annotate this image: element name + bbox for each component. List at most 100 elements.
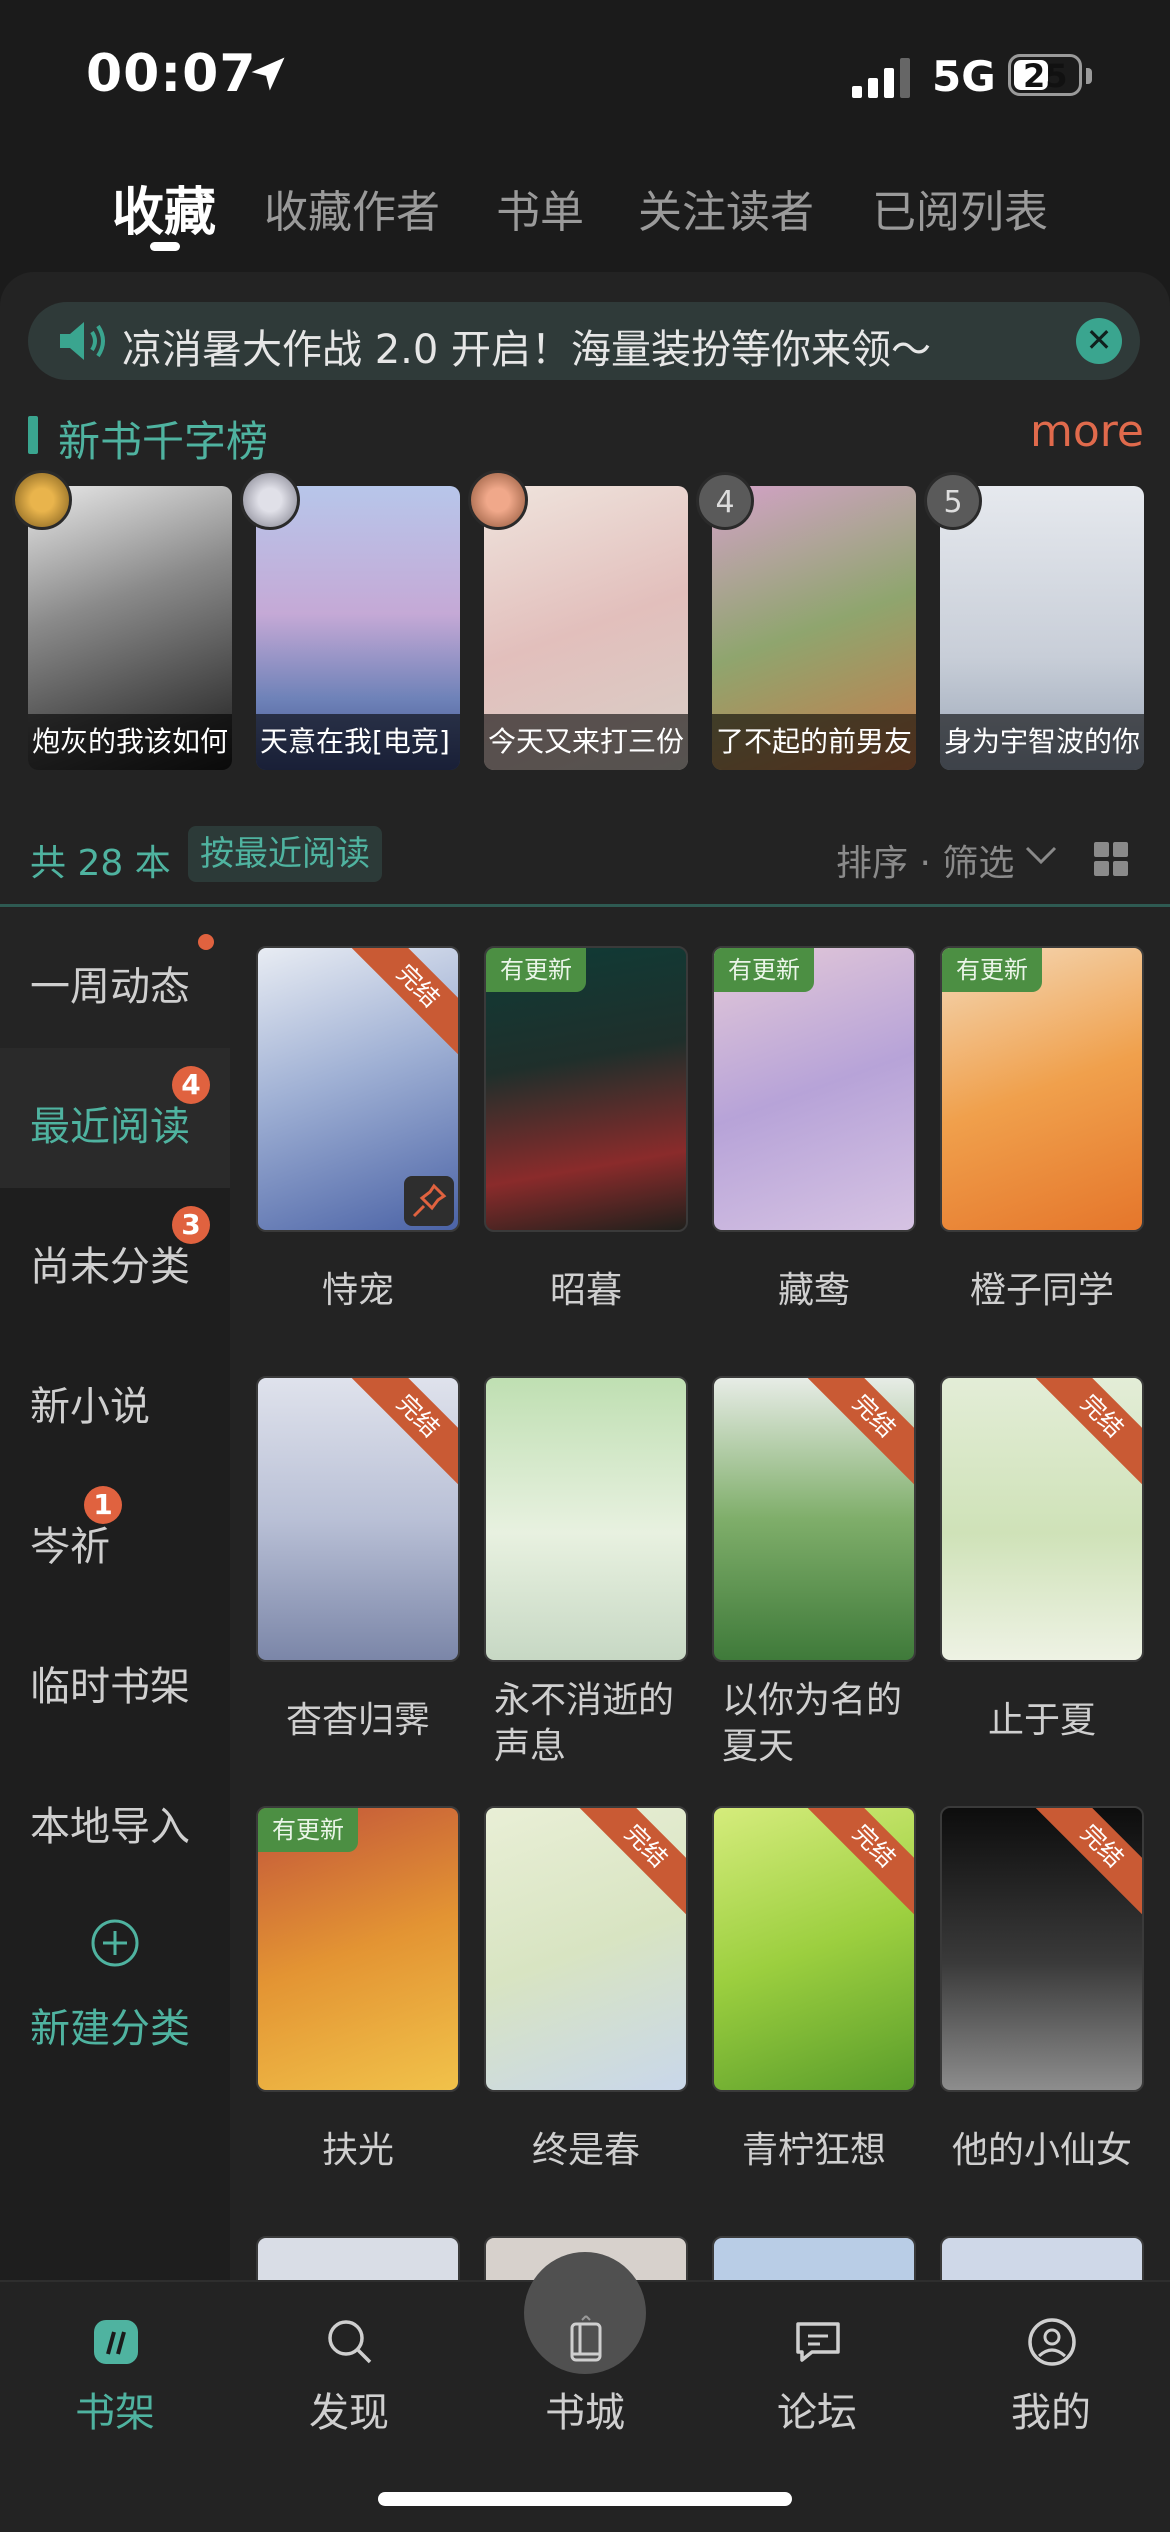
book-cover[interactable]: 完结 [940, 1806, 1144, 2092]
nav-discover[interactable]: 发现 [274, 2300, 424, 2440]
sidebar-item-local-import[interactable]: 本地导入 [0, 1748, 230, 1888]
completed-tag: 完结 [347, 1378, 458, 1487]
sidebar-item-label: 本地导入 [30, 1804, 190, 1850]
book-title[interactable]: 他的小仙女 [940, 2128, 1144, 2174]
sidebar-item-temp-shelf[interactable]: 临时书架 [0, 1608, 230, 1748]
nav-profile[interactable]: 我的 [976, 2300, 1126, 2440]
completed-tag: 完结 [347, 948, 458, 1057]
book-title-line[interactable]: 以你为名的 [722, 1678, 926, 1724]
book-cover[interactable]: 有更新 [712, 946, 916, 1232]
book-cover[interactable] [484, 1376, 688, 1662]
pin-icon[interactable] [404, 1176, 454, 1226]
book-title-line[interactable]: 声息 [494, 1724, 698, 1770]
completed-tag: 完结 [575, 1808, 686, 1917]
book-title[interactable]: 扶光 [256, 2128, 460, 2174]
updated-tag: 有更新 [942, 948, 1042, 992]
completed-tag: 完结 [803, 1378, 914, 1487]
grid-view-icon[interactable] [1094, 842, 1128, 876]
silver-crown-icon [240, 470, 300, 530]
book-title[interactable]: 昭暮 [484, 1268, 688, 1314]
ranking-book-card[interactable]: 炮灰的我该如何 [28, 486, 232, 770]
sidebar-item-recent[interactable]: 最近阅读 4 [0, 1048, 230, 1188]
nav-label: 书城 [545, 2390, 625, 2436]
count-badge: 1 [84, 1486, 122, 1524]
ranking-book-card[interactable]: 身为宇智波的你 [940, 486, 1144, 770]
announcement-text: 凉消暑大作战 2.0 开启！海量装扮等你来领～ [122, 327, 932, 373]
tab-followed-readers[interactable]: 关注读者 [638, 176, 814, 240]
book-count: 共 28 本 [30, 843, 171, 884]
book-cover[interactable]: 有更新 [484, 946, 688, 1232]
book-title[interactable]: 橙子同学 [940, 1268, 1144, 1314]
announcement-banner[interactable]: 凉消暑大作战 2.0 开启！海量装扮等你来领～ [28, 302, 1140, 380]
nav-forum[interactable]: 论坛 [742, 2300, 892, 2440]
status-time: 00:07 [86, 44, 257, 104]
updated-tag: 有更新 [714, 948, 814, 992]
rank-number-badge: 4 [696, 472, 754, 530]
count-badge: 4 [172, 1066, 210, 1104]
sidebar-item-new-novels[interactable]: 新小说 [0, 1328, 230, 1468]
book-cover[interactable]: 完结 [712, 1376, 916, 1662]
status-bar: 00:07 5G 25 [0, 0, 1170, 150]
book-title-line[interactable]: 永不消逝的 [494, 1678, 698, 1724]
tab-booklists[interactable]: 书单 [496, 176, 584, 240]
book-cover[interactable]: 完结 [256, 1376, 460, 1662]
completed-tag: 完结 [1031, 1378, 1142, 1487]
completed-tag: 完结 [1031, 1808, 1142, 1917]
nav-label: 书架 [75, 2390, 155, 2436]
book-cover[interactable]: 有更新 [940, 946, 1144, 1232]
book-title[interactable]: 终是春 [484, 2128, 688, 2174]
user-icon [1028, 2318, 1076, 2366]
updated-tag: 有更新 [486, 948, 586, 992]
nav-label: 论坛 [777, 2390, 857, 2436]
book-title[interactable]: 藏鸯 [712, 1268, 916, 1314]
ranking-book-card[interactable]: 天意在我[电竞] [256, 486, 460, 770]
book-cover[interactable]: 完结 [256, 946, 460, 1232]
completed-tag: 完结 [803, 1808, 914, 1917]
nav-bookshelf[interactable]: 书架 [40, 2300, 190, 2440]
rank-number-badge: 5 [924, 472, 982, 530]
chat-icon [796, 2322, 840, 2362]
ranking-accent-bar [28, 416, 38, 454]
speaker-icon [60, 322, 105, 360]
book-cover[interactable]: 完结 [712, 1806, 916, 2092]
count-badge: 3 [172, 1206, 210, 1244]
home-indicator [378, 2492, 792, 2506]
location-arrow-icon [251, 57, 285, 91]
sidebar-item-label: 尚未分类 [30, 1244, 190, 1290]
sidebar-item-weekly-updates[interactable]: 一周动态 [0, 908, 230, 1048]
chevron-down-icon[interactable] [1024, 842, 1058, 868]
battery-level: 25 [1023, 57, 1068, 95]
more-link[interactable]: more [1030, 406, 1144, 457]
sidebar-item-label: 临时书架 [30, 1664, 190, 1710]
sidebar-item-uncategorized[interactable]: 尚未分类 3 [0, 1188, 230, 1328]
top-tabs: 收藏 收藏作者 书单 关注读者 已阅列表 [0, 170, 1170, 260]
tab-read-list[interactable]: 已阅列表 [872, 176, 1048, 240]
tab-favorites[interactable]: 收藏 [112, 170, 216, 245]
book-cover[interactable]: 完结 [940, 1376, 1144, 1662]
book-title-line[interactable]: 夏天 [722, 1724, 926, 1770]
ranking-title: 新书千字榜 [58, 417, 269, 466]
ranking-book-title: 身为宇智波的你 [940, 714, 1144, 770]
book-title[interactable]: 止于夏 [940, 1698, 1144, 1744]
unread-dot [198, 934, 214, 950]
tab-favorite-authors[interactable]: 收藏作者 [264, 176, 440, 240]
sort-filter-button[interactable]: 排序 · 筛选 [836, 834, 1014, 886]
book-title[interactable]: 青柠狂想 [712, 2128, 916, 2174]
book-title[interactable]: 恃宠 [256, 1268, 460, 1314]
nav-bookstore[interactable]: 书城 [510, 2300, 660, 2440]
ranking-book-card[interactable]: 今天又来打三份 [484, 486, 688, 770]
book-icon [570, 2315, 602, 2362]
book-title[interactable]: 杳杳归霁 [256, 1698, 460, 1744]
sort-chip[interactable]: 按最近阅读 [188, 826, 382, 882]
book-cover[interactable]: 完结 [484, 1806, 688, 2092]
sidebar-item-cenqi[interactable]: 岑祈 1 [0, 1468, 230, 1608]
book-cover[interactable]: 有更新 [256, 1806, 460, 2092]
filter-bar: 共 28 本 按最近阅读 排序 · 筛选 [0, 824, 1170, 894]
add-circle-icon[interactable] [90, 1918, 140, 1968]
new-category-button[interactable]: 新建分类 [30, 1996, 190, 2054]
bronze-crown-icon [468, 470, 528, 530]
close-icon[interactable]: ✕ [1076, 318, 1122, 364]
nav-label: 发现 [309, 2390, 389, 2436]
nav-label: 我的 [1011, 2390, 1091, 2436]
ranking-book-card[interactable]: 了不起的前男友 [712, 486, 916, 770]
